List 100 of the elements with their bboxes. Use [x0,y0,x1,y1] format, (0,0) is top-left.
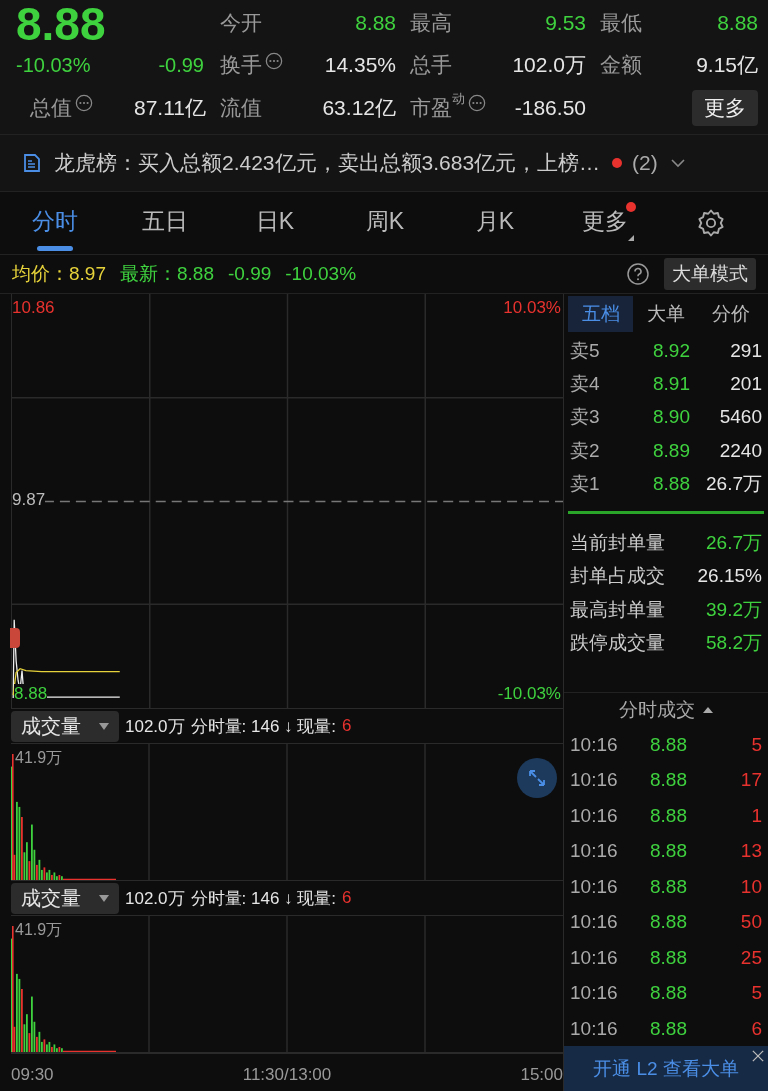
stat-label: 最高 [410,10,452,36]
stat-label: 最低 [600,10,642,36]
trade-price: 8.88 [650,1017,687,1040]
stat-value: -186.50 [514,96,586,120]
trade-volume: 17 [740,769,762,792]
buy-marker-icon [10,628,20,648]
ask-price: 8.88 [652,473,690,496]
chart-tab[interactable]: 五日 [110,195,220,251]
ask-price: 8.89 [652,439,690,462]
time-label: 11:30/13:00 [242,1065,332,1085]
chart-tab[interactable]: 周K [330,195,440,251]
trade-time: 10:16 [570,840,619,863]
average-price-label: 均价： [12,262,69,286]
trade-price: 8.88 [650,804,687,827]
change-value: -0.99 [158,53,204,77]
trade-volume: 50 [740,911,762,934]
trade-volume: 25 [740,946,762,969]
trades-title: 分时成交 [619,697,695,722]
ask-volume: 5460 [719,406,762,429]
stat-label: 当前封单量 [570,530,665,555]
trade-volume: 5 [751,733,762,756]
stat-value: 26.15% [697,565,762,588]
volume-detail: 分时量: 146 ↓ 现量: [190,715,337,738]
stat-value: 26.7万 [706,530,762,555]
stat-label: 总手 [410,52,452,78]
current-volume: 6 [342,716,352,736]
settings-icon[interactable] [696,208,726,238]
axis-label: -10.03% [497,684,561,704]
stat-value: 9.53 [545,11,586,35]
stat-label: 金额 [600,52,642,78]
stat-label: 最高封单量 [570,597,665,622]
trade-price: 8.88 [650,840,687,863]
time-label: 15:00 [520,1065,563,1085]
l2-banner-text[interactable]: 开通 L2 查看大单 [593,1055,739,1082]
stat-value: 63.12亿 [322,95,396,121]
ask-price: 8.92 [652,339,690,362]
trade-volume: 6 [751,1017,762,1040]
order-book-tab[interactable]: 分价 [698,296,764,332]
chart-tab[interactable]: 月K [440,195,550,251]
volume-detail: 分时量: 146 ↓ 现量: [190,887,337,910]
ask-volume: 291 [730,339,762,362]
document-icon [22,153,42,173]
info-icon[interactable] [265,52,283,70]
trade-volume: 10 [740,875,762,898]
stat-label: 跌停成交量 [570,631,665,656]
trade-time: 10:16 [570,769,619,792]
chart-tab[interactable]: 分时 [0,195,110,251]
stat-label: 今开 [220,10,262,36]
info-icon[interactable] [75,94,93,112]
more-button[interactable]: 更多 [692,90,758,126]
order-book-tab[interactable]: 五档 [568,296,634,332]
stat-label: 市盈$^{动}$ [410,94,465,121]
volume-total: 102.0万 [125,887,185,910]
indicator-dropdown[interactable]: 成交量 [11,882,119,914]
ask-label: 卖1 [570,472,601,497]
stat-value: 8.88 [717,11,758,35]
sort-triangle-icon[interactable] [703,706,713,713]
trade-volume: 5 [751,982,762,1005]
trade-volume: 1 [751,804,762,827]
ask-label: 卖3 [570,405,601,430]
axis-label: 10.03% [503,298,561,318]
trade-price: 8.88 [650,911,687,934]
change-percent: -10.03% [16,53,91,77]
chart-tab[interactable]: 日K [220,195,330,251]
ask-price: 8.90 [652,406,690,429]
caret-icon [99,894,109,902]
time-label: 09:30 [11,1065,54,1085]
stat-value: 58.2万 [706,631,762,656]
axis-label: 41.9万 [15,920,63,941]
ask-volume: 26.7万 [706,472,762,497]
volume-total: 102.0万 [125,715,185,738]
change-percent: -10.03% [285,263,357,285]
ask-price: 8.91 [652,373,690,396]
stat-value: 8.88 [355,11,396,35]
help-icon[interactable] [626,262,650,286]
trade-time: 10:16 [570,1017,619,1040]
ask-label: 卖2 [570,438,601,463]
trade-price: 8.88 [650,982,687,1005]
stat-value: 14.35% [324,53,396,77]
mode-button[interactable]: 大单模式 [664,258,756,290]
current-volume: 6 [342,888,352,908]
stat-value: 102.0万 [512,52,586,78]
trade-price: 8.88 [650,769,687,792]
info-icon[interactable] [468,94,486,112]
average-price: 8.97 [69,263,106,285]
notice-text[interactable]: 龙虎榜：买入总额2.423亿元，卖出总额3.683亿元，上榜… [54,149,601,177]
stat-label: 流值 [220,95,262,121]
indicator-dropdown[interactable]: 成交量 [11,710,119,742]
stat-value: 39.2万 [706,597,762,622]
order-book-tab[interactable]: 大单 [633,296,699,332]
close-icon[interactable] [752,1050,764,1063]
chevron-down-icon[interactable] [669,158,686,168]
expand-icon[interactable] [517,758,557,798]
chart-tab[interactable]: 更多 [550,195,660,251]
l2-banner[interactable]: 开通 L2 查看大单 [564,1046,768,1091]
trade-time: 10:16 [570,982,619,1005]
trade-time: 10:16 [570,733,619,756]
stat-label: 封单占成交 [570,564,665,589]
ask-label: 卖5 [570,338,601,363]
trade-price: 8.88 [650,875,687,898]
